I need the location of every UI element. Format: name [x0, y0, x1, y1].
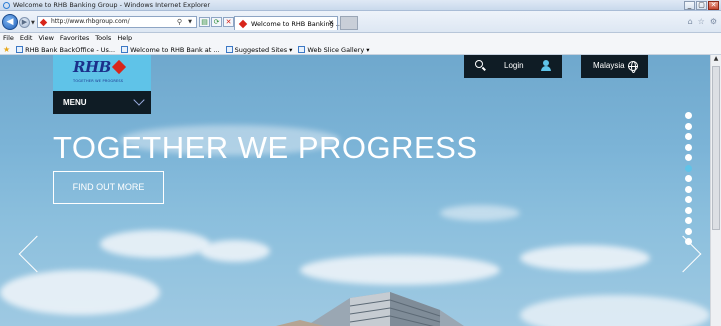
login-panel: Login — [464, 55, 562, 78]
favorites-star-icon[interactable]: ★ — [3, 45, 10, 54]
favorite-link[interactable]: Welcome to RHB Bank at ... — [121, 45, 220, 54]
home-icon[interactable]: ⌂ — [688, 17, 693, 26]
address-bar[interactable]: http://www.rhbgroup.com/ ⚲ ▼ — [37, 16, 197, 28]
carousel-dot[interactable] — [685, 164, 692, 172]
tab-favicon-icon — [238, 19, 248, 29]
new-tab-button[interactable] — [340, 16, 358, 30]
carousel-dot[interactable] — [685, 143, 692, 151]
background-cloud — [100, 230, 210, 258]
menu-item-help[interactable]: Help — [117, 34, 132, 42]
scrollbar-thumb[interactable] — [712, 66, 720, 230]
site-menu-button[interactable]: MENU — [53, 91, 151, 114]
country-selector[interactable]: Malaysia — [581, 55, 648, 78]
menu-item-edit[interactable]: Edit — [20, 34, 33, 42]
favorite-link[interactable]: RHB Bank BackOffice - Us... — [16, 45, 115, 54]
logo-diamond-icon — [111, 59, 127, 75]
background-cloud — [520, 245, 650, 271]
carousel-dot[interactable] — [685, 196, 692, 203]
menu-label: MENU — [63, 98, 87, 107]
tab-close-icon[interactable]: ✕ — [328, 19, 334, 27]
compatibility-view-icon[interactable]: ▤ — [199, 17, 210, 27]
maximize-button[interactable]: ▢ — [696, 1, 707, 10]
minimize-button[interactable]: _ — [684, 1, 695, 10]
navigation-toolbar: ◀ ▶ ▼ http://www.rhbgroup.com/ ⚲ ▼ ▤ ⟳ ✕… — [0, 11, 721, 33]
carousel-dot[interactable] — [685, 112, 692, 119]
menu-item-file[interactable]: File — [3, 34, 14, 42]
page-icon — [298, 45, 306, 53]
search-icon[interactable] — [475, 60, 483, 68]
carousel-dot[interactable] — [685, 122, 692, 130]
carousel-dot[interactable] — [685, 175, 692, 182]
carousel-pagination — [685, 112, 692, 245]
carousel-dot[interactable] — [685, 206, 692, 214]
carousel-dot[interactable] — [685, 154, 692, 161]
menu-item-favorites[interactable]: Favorites — [60, 34, 89, 42]
window-titlebar: Welcome to RHB Banking Group - Windows I… — [0, 0, 721, 11]
globe-icon — [628, 61, 638, 73]
carousel-next-chevron-right-icon[interactable] — [664, 235, 702, 273]
tab-active[interactable]: Welcome to RHB Banking ... ✕ — [234, 16, 342, 30]
background-cloud — [440, 205, 520, 221]
history-dropdown[interactable]: ▼ — [31, 20, 35, 26]
settings-gear-icon[interactable]: ⚙ — [710, 17, 717, 26]
scroll-up-arrow-icon[interactable]: ▲ — [711, 55, 721, 65]
carousel-dot[interactable] — [685, 185, 692, 193]
address-dropdown[interactable]: ▼ — [188, 19, 192, 25]
building-image — [276, 292, 464, 326]
login-link[interactable]: Login — [504, 61, 524, 70]
page-viewport: RHB TOGETHER WE PROGRESS MENU Login Mala… — [0, 55, 710, 326]
background-cloud — [200, 240, 270, 262]
carousel-dot[interactable] — [685, 227, 692, 235]
close-window-button[interactable]: ✕ — [708, 1, 719, 10]
country-label: Malaysia — [593, 61, 625, 70]
chevron-down-icon — [133, 94, 145, 106]
hero-headline: TOGETHER WE PROGRESS — [53, 130, 478, 165]
favorites-bar: ★ RHB Bank BackOffice - Us... Welcome to… — [0, 43, 721, 55]
vertical-scrollbar[interactable]: ▲ — [710, 55, 721, 326]
window-controls: _ ▢ ✕ — [684, 1, 719, 10]
menu-item-tools[interactable]: Tools — [95, 34, 111, 42]
page-icon — [121, 45, 129, 53]
user-icon[interactable] — [540, 60, 552, 72]
favorites-star-icon[interactable]: ☆ — [698, 17, 705, 26]
carousel-dot[interactable] — [685, 217, 692, 224]
rhb-logo[interactable]: RHB TOGETHER WE PROGRESS — [53, 55, 151, 91]
back-button[interactable]: ◀ — [2, 14, 18, 30]
carousel-dot[interactable] — [685, 238, 692, 245]
background-cloud — [0, 270, 160, 315]
page-icon — [225, 45, 233, 53]
logo-brand-text: RHB — [73, 58, 111, 76]
find-out-more-button[interactable]: FIND OUT MORE — [53, 171, 164, 204]
carousel-prev-chevron-left-icon[interactable] — [18, 235, 56, 273]
carousel-dot[interactable] — [685, 133, 692, 140]
web-slice-gallery-link[interactable]: Web Slice Gallery ▾ — [298, 45, 370, 54]
ie-logo-icon — [3, 2, 10, 9]
page-icon — [16, 45, 24, 53]
suggested-sites-link[interactable]: Suggested Sites ▾ — [225, 45, 292, 54]
stop-icon[interactable]: ✕ — [223, 17, 234, 27]
address-search-icon[interactable]: ⚲ — [177, 18, 182, 26]
menu-item-view[interactable]: View — [38, 34, 53, 42]
address-url[interactable]: http://www.rhbgroup.com/ — [51, 18, 130, 25]
logo-tagline: TOGETHER WE PROGRESS — [73, 79, 124, 83]
forward-button[interactable]: ▶ — [19, 17, 30, 28]
browser-right-icons: ⌂ ☆ ⚙ — [688, 17, 717, 26]
background-cloud — [520, 295, 710, 326]
window-title: Welcome to RHB Banking Group - Windows I… — [13, 1, 211, 9]
refresh-icon[interactable]: ⟳ — [211, 17, 222, 27]
menu-bar: File Edit View Favorites Tools Help — [0, 33, 721, 43]
site-favicon-icon — [39, 18, 48, 27]
